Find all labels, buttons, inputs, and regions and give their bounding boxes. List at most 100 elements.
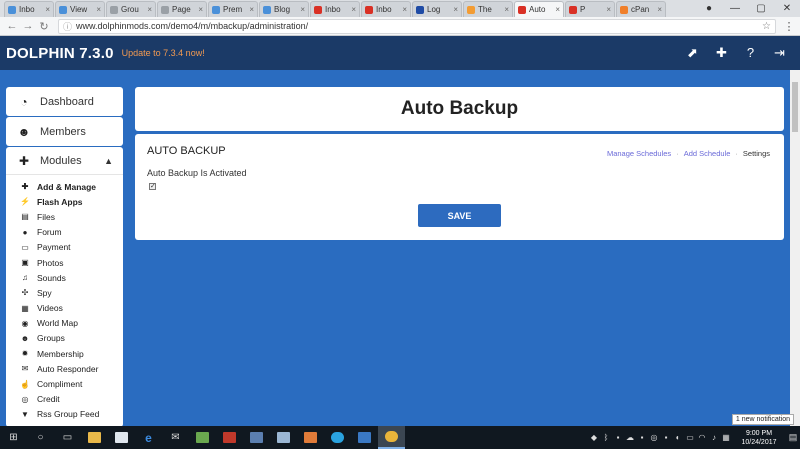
tray-app-icon[interactable]: ▪ bbox=[660, 433, 672, 442]
task-view-icon[interactable]: ▭ bbox=[54, 426, 81, 449]
module-item[interactable]: ☝ Compliment bbox=[6, 376, 123, 391]
browser-tab[interactable]: Inbo × bbox=[310, 1, 360, 17]
browser-menu-icon[interactable]: ⋮ bbox=[782, 20, 796, 33]
tab-close-icon[interactable]: × bbox=[504, 5, 509, 14]
manage-schedules-link[interactable]: Manage Schedules bbox=[607, 149, 671, 158]
keyboard-icon[interactable]: ▦ bbox=[720, 433, 732, 442]
browser-tab[interactable]: Page × bbox=[157, 1, 207, 17]
browser-tab[interactable]: Inbo × bbox=[4, 1, 54, 17]
help-icon[interactable]: ? bbox=[736, 45, 765, 61]
bookmark-star-icon[interactable]: ☆ bbox=[762, 21, 771, 32]
forward-arrow-icon[interactable]: → bbox=[20, 20, 36, 32]
windows-start-icon[interactable]: ⊞ bbox=[0, 426, 27, 449]
browser-tab[interactable]: View × bbox=[55, 1, 105, 17]
tab-close-icon[interactable]: × bbox=[147, 5, 152, 14]
browser-tab[interactable]: Grou × bbox=[106, 1, 156, 17]
skype-icon[interactable] bbox=[324, 426, 351, 449]
notification-toast[interactable]: 1 new notification bbox=[731, 414, 794, 425]
tray-shield-icon[interactable]: ◆ bbox=[588, 433, 600, 442]
action-center-icon[interactable]: ▤ bbox=[786, 432, 800, 443]
cortana-search-icon[interactable]: ○ bbox=[27, 426, 54, 449]
app-icon[interactable] bbox=[297, 426, 324, 449]
module-item[interactable]: ⚡ Flash Apps bbox=[6, 194, 123, 209]
tab-close-icon[interactable]: × bbox=[453, 5, 458, 14]
filezilla-icon[interactable] bbox=[216, 426, 243, 449]
tab-close-icon[interactable]: × bbox=[657, 5, 662, 14]
reload-icon[interactable]: ↻ bbox=[36, 20, 52, 33]
module-item[interactable]: ☻ Groups bbox=[6, 331, 123, 346]
chevron-up-icon[interactable]: ▲ bbox=[104, 156, 113, 166]
document-icon[interactable] bbox=[243, 426, 270, 449]
module-item[interactable]: ▤ Files bbox=[6, 209, 123, 224]
profile-icon[interactable]: ● bbox=[696, 3, 722, 14]
module-item[interactable]: ◉ World Map bbox=[6, 316, 123, 331]
sidebar-item-dashboard[interactable]: ◔ Dashboard bbox=[6, 87, 123, 116]
paint-icon[interactable] bbox=[189, 426, 216, 449]
address-bar[interactable]: ⓘ www.dolphinmods.com/demo4/m/mbackup/ad… bbox=[58, 18, 776, 34]
browser-tab[interactable]: Blog × bbox=[259, 1, 309, 17]
brand-logo[interactable]: DOLPHIN 7.3.0 bbox=[6, 45, 114, 62]
minimize-button[interactable]: — bbox=[722, 3, 748, 14]
maximize-button[interactable]: ▢ bbox=[748, 3, 774, 14]
page-scrollbar[interactable] bbox=[790, 70, 800, 426]
tab-close-icon[interactable]: × bbox=[45, 5, 50, 14]
tab-close-icon[interactable]: × bbox=[249, 5, 254, 14]
browser-tab[interactable]: Log × bbox=[412, 1, 462, 17]
browser-tab[interactable]: Auto × bbox=[514, 1, 564, 17]
module-item[interactable]: ✹ Membership bbox=[6, 346, 123, 361]
tray-app-icon[interactable]: ▪ bbox=[636, 433, 648, 442]
file-explorer-icon[interactable] bbox=[81, 426, 108, 449]
translator-icon[interactable] bbox=[351, 426, 378, 449]
browser-tab[interactable]: The × bbox=[463, 1, 513, 17]
module-item[interactable]: ◎ Credit bbox=[6, 392, 123, 407]
tab-close-icon[interactable]: × bbox=[351, 5, 356, 14]
back-arrow-icon[interactable]: ← bbox=[4, 20, 20, 32]
settings-link[interactable]: Settings bbox=[743, 149, 770, 158]
mail-icon[interactable]: ✉ bbox=[162, 426, 189, 449]
browser-tab[interactable]: Prem × bbox=[208, 1, 258, 17]
logout-icon[interactable]: ⇥ bbox=[765, 45, 794, 61]
module-item[interactable]: ▣ Photos bbox=[6, 255, 123, 270]
module-item[interactable]: ▭ Payment bbox=[6, 240, 123, 255]
tab-close-icon[interactable]: × bbox=[96, 5, 101, 14]
volume-icon[interactable]: ♪ bbox=[708, 433, 720, 442]
module-item[interactable]: ▼ Rss Group Feed bbox=[6, 407, 123, 422]
puzzle-icon[interactable]: ✚ bbox=[707, 45, 736, 61]
module-item[interactable]: ✉ Auto Responder bbox=[6, 361, 123, 376]
module-item[interactable]: ♫ Sounds bbox=[6, 270, 123, 285]
chrome-icon[interactable] bbox=[378, 426, 405, 449]
edge-icon[interactable]: e bbox=[135, 426, 162, 449]
url-text[interactable]: www.dolphinmods.com/demo4/m/mbackup/admi… bbox=[76, 21, 762, 31]
module-item[interactable]: ▦ Videos bbox=[6, 301, 123, 316]
tab-close-icon[interactable]: × bbox=[606, 5, 611, 14]
tray-app-icon[interactable]: ◎ bbox=[648, 433, 660, 442]
browser-tab[interactable]: Inbo × bbox=[361, 1, 411, 17]
battery-icon[interactable]: ▭ bbox=[684, 433, 696, 442]
tab-close-icon[interactable]: × bbox=[402, 5, 407, 14]
close-window-button[interactable]: ✕ bbox=[774, 3, 800, 14]
store-icon[interactable] bbox=[108, 426, 135, 449]
tab-close-icon[interactable]: × bbox=[300, 5, 305, 14]
tray-app-icon[interactable]: ▪ bbox=[612, 433, 624, 442]
browser-tab[interactable]: cPan × bbox=[616, 1, 666, 17]
tab-close-icon[interactable]: × bbox=[198, 5, 203, 14]
info-icon[interactable]: ⓘ bbox=[63, 20, 72, 33]
module-item[interactable]: ● Forum bbox=[6, 225, 123, 240]
clock[interactable]: 9:00 PM 10/24/2017 bbox=[732, 429, 786, 447]
activation-checkbox[interactable]: ✓ bbox=[149, 183, 156, 190]
scroll-thumb[interactable] bbox=[792, 82, 798, 132]
bluetooth-icon[interactable]: ᛒ bbox=[600, 433, 612, 442]
notepad-icon[interactable] bbox=[270, 426, 297, 449]
save-button[interactable]: SAVE bbox=[418, 204, 501, 227]
cloud-icon[interactable]: ☁ bbox=[624, 433, 636, 442]
module-item[interactable]: ✚ Add & Manage bbox=[6, 179, 123, 194]
browser-tab[interactable]: P × bbox=[565, 1, 615, 17]
wifi-icon[interactable]: ◠ bbox=[696, 433, 708, 442]
external-link-icon[interactable]: ⬈ bbox=[678, 45, 707, 61]
update-link[interactable]: Update to 7.3.4 now! bbox=[122, 48, 205, 58]
sidebar-item-modules[interactable]: ✚ Modules ▲ bbox=[6, 147, 123, 175]
sidebar-item-members[interactable]: ☻ Members bbox=[6, 117, 123, 146]
add-schedule-link[interactable]: Add Schedule bbox=[684, 149, 731, 158]
module-item[interactable]: ✣ Spy bbox=[6, 285, 123, 300]
tray-app-icon[interactable]: ◐ bbox=[672, 433, 684, 442]
